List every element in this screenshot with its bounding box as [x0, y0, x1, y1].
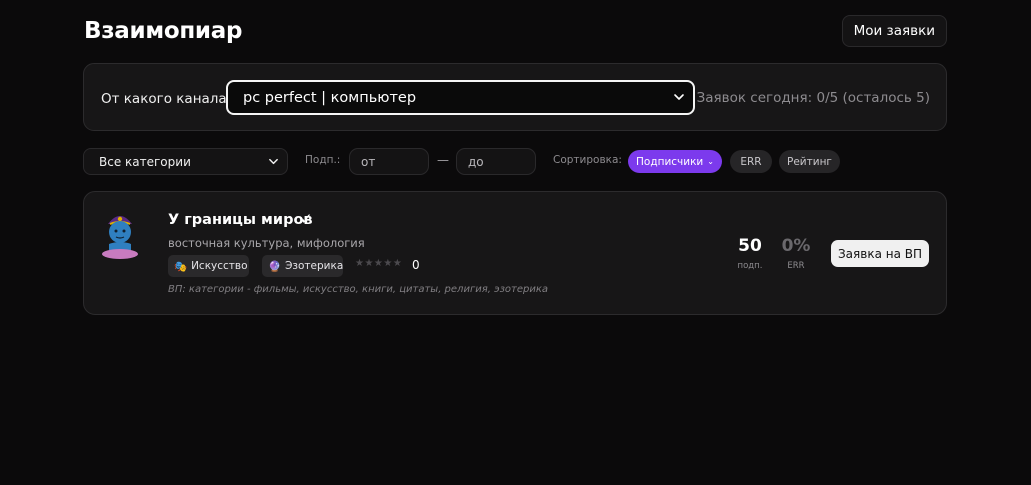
category-select-value: Все категории [99, 154, 191, 169]
err-label: ERR [787, 261, 805, 271]
chevron-down-icon [269, 158, 278, 165]
vp-note: ВП: категории - фильмы, искусство, книги… [168, 284, 548, 295]
verified-check-icon: ✓ [300, 210, 313, 228]
apply-vp-button[interactable]: Заявка на ВП [831, 240, 929, 267]
subscribers-count-label: подп. [737, 261, 763, 271]
sort-label: Сортировка: [553, 154, 622, 166]
genie-emoji-icon [102, 216, 138, 259]
channel-name[interactable]: У границы миров [168, 212, 313, 228]
category-tag-art: 🎭 Искусство [168, 255, 249, 277]
sort-subscribers-button[interactable]: Подписчики ⌄ [628, 150, 722, 173]
channel-description: восточная культура, мифология [168, 236, 365, 250]
channel-picker-panel: От какого канала: pc perfect | компьютер… [83, 63, 947, 131]
mutual-pr-page: Взаимопиар Мои заявки От какого канала: … [83, 0, 947, 315]
tag-label: Искусство [191, 260, 248, 272]
subscribers-count: 50 [738, 236, 762, 256]
sort-rating-button[interactable]: Рейтинг [779, 150, 840, 173]
requests-today-counter: Заявок сегодня: 0/5 (осталось 5) [696, 90, 930, 106]
category-tag-esoterics: 🔮 Эзотерика [262, 255, 343, 277]
channel-card: У границы миров ✓ восточная культура, ми… [83, 191, 947, 315]
filters-bar: Все категории Подп.: — Сортировка: Подпи… [83, 148, 947, 175]
chevron-down-icon [674, 94, 684, 100]
subscribers-filter-label: Подп.: [305, 154, 341, 166]
theater-masks-icon: 🎭 [174, 260, 188, 273]
page-title: Взаимопиар [84, 18, 243, 44]
rating-value: 0 [412, 258, 420, 272]
sort-subscribers-label: Подписчики [636, 155, 704, 168]
sort-err-button[interactable]: ERR [730, 150, 772, 173]
my-requests-button[interactable]: Мои заявки [841, 15, 947, 47]
err-value: 0% [781, 236, 811, 256]
channel-select[interactable]: pc perfect | компьютер [226, 80, 695, 115]
subscribers-from-input[interactable] [349, 148, 429, 175]
channel-picker-label: От какого канала: [101, 91, 232, 107]
tag-label: Эзотерика [285, 260, 344, 272]
crystal-ball-icon: 🔮 [268, 260, 282, 273]
channel-select-value: pc perfect | компьютер [243, 89, 417, 106]
subscribers-to-input[interactable] [456, 148, 536, 175]
chevron-down-icon: ⌄ [707, 157, 714, 166]
header: Взаимопиар Мои заявки [83, 0, 947, 62]
rating-stars: ★★★★★ [355, 258, 403, 269]
range-dash: — [437, 153, 449, 167]
category-select[interactable]: Все категории [83, 148, 288, 175]
